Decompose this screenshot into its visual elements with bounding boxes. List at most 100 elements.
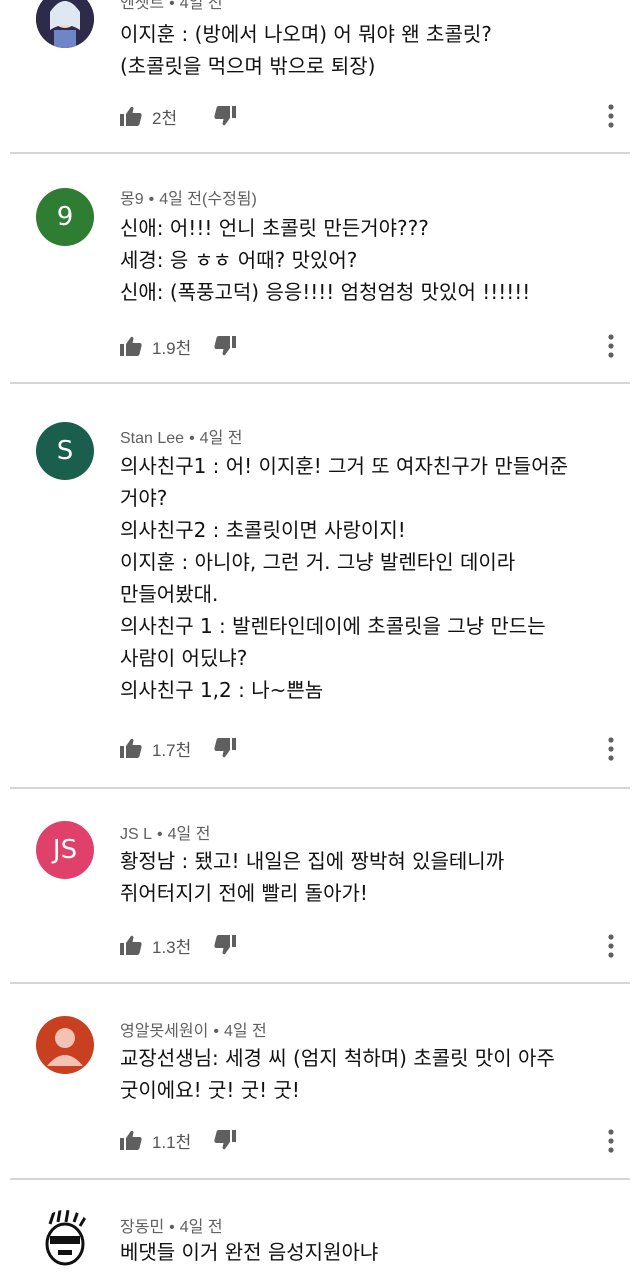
meta-separator: • (148, 191, 155, 208)
comment-meta: 영알못세원이 • 4일 전 (120, 1017, 267, 1041)
thumbs-up-icon (120, 738, 142, 758)
avatar[interactable]: 9 (36, 188, 94, 246)
comment-line: 신애: (폭풍고덕) 응응!!!! 엄청엄청 맛있어 !!!!!! (120, 280, 531, 304)
comment-time: 4일 전 (199, 430, 243, 447)
comment-line: 의사친구 1,2 : 나~쁜놈 (120, 678, 324, 702)
comment-time: 4일 전 (223, 1023, 267, 1040)
comment-author[interactable]: 몽9 (120, 191, 144, 208)
more-options-icon[interactable] (606, 333, 616, 359)
avatar[interactable] (36, 1210, 94, 1268)
like-count: 1.1천 (152, 1132, 192, 1152)
cartoon-face-icon (45, 1210, 88, 1266)
comment-time: 4일 전 (167, 826, 211, 843)
dislike-button[interactable] (214, 106, 236, 126)
comment-text: 이지훈 : (방에서 나오며) 어 뭐야 왠 초콜릿? (초콜릿을 먹으며 밖으로… (120, 18, 620, 82)
like-button[interactable]: 2천 (120, 104, 212, 129)
more-options-icon[interactable] (606, 933, 616, 959)
divider (10, 1178, 630, 1180)
thumbs-down-icon (214, 106, 236, 126)
thumbs-down-icon (214, 738, 236, 758)
divider (10, 152, 630, 154)
like-count: 1.3천 (152, 937, 192, 957)
divider (10, 787, 630, 789)
like-button[interactable]: 1.1천 (120, 1128, 212, 1153)
comment-author[interactable]: JS L (120, 826, 152, 843)
comment-line: 세경: 응 ㅎㅎ 어때? 맛있어? (120, 248, 358, 272)
like-count: 1.9천 (152, 338, 192, 358)
avatar[interactable]: S (36, 422, 94, 480)
comment-time: 4일 전 (179, 0, 223, 12)
comment-time: 4일 전 (179, 1219, 223, 1236)
comment-text: 황정남 : 됐고! 내일은 집에 짱박혀 있을테니까쥐어터지기 전에 빨리 돌아… (120, 845, 620, 909)
comment-line: 이지훈 : 아니야, 그런 거. 그냥 발렌타인 데이라 (120, 550, 516, 574)
comment-line: 거야? (120, 486, 168, 510)
meta-separator: • (169, 1219, 175, 1236)
like-count: 1.7천 (152, 740, 192, 760)
comment-line: 굿이에요! 굿! 굿! 굿! (120, 1078, 300, 1102)
avatar-letter: 9 (56, 202, 74, 232)
thumbs-up-icon (120, 1130, 142, 1150)
thumbs-up-icon (120, 336, 142, 356)
comment-author[interactable]: Stan Lee (120, 430, 184, 447)
comment-actions: 1.7천 (120, 734, 236, 762)
avatar[interactable] (36, 0, 94, 48)
thumbs-down-icon (214, 336, 236, 356)
comment-text: 의사친구1 : 어! 이지훈! 그거 또 여자친구가 만들어준거야? 의사친구2 … (120, 450, 620, 706)
comment-meta: Stan Lee • 4일 전 (120, 424, 242, 448)
dislike-button[interactable] (214, 336, 236, 356)
meta-separator: • (169, 0, 175, 12)
dislike-button[interactable] (214, 738, 236, 758)
comment-meta: JS L • 4일 전 (120, 820, 210, 844)
comment-actions: 1.1천 (120, 1126, 236, 1154)
comment-line: 의사친구2 : 초콜릿이면 사랑이지! (120, 518, 406, 542)
like-count: 2천 (152, 108, 178, 128)
divider (10, 982, 630, 984)
comment-meta: 장동민 • 4일 전 (120, 1213, 223, 1237)
comment-author[interactable]: 엔젯트 (120, 0, 164, 12)
comment-line: 교장선생님: 세경 씨 (엄지 척하며) 초콜릿 맛이 아주 (120, 1046, 555, 1070)
like-button[interactable]: 1.9천 (120, 334, 212, 359)
dislike-button[interactable] (214, 935, 236, 955)
comment-line: 황정남 : 됐고! 내일은 집에 짱박혀 있을테니까 (120, 849, 505, 873)
comment-line: 베댓들 이거 완전 음성지원아냐 (120, 1240, 379, 1264)
comment-text: 베댓들 이거 완전 음성지원아냐 (120, 1236, 620, 1268)
meta-separator: • (157, 826, 163, 843)
comment-actions: 1.9천 (120, 332, 236, 360)
default-person-icon (47, 1028, 83, 1066)
comment-text: 신애: 어!!! 언니 초콜릿 만든거야??? 세경: 응 ㅎㅎ 어때? 맛있어?… (120, 212, 620, 308)
more-options-icon[interactable] (606, 736, 616, 762)
avatar-letter: S (56, 436, 74, 466)
thumbs-down-icon (214, 935, 236, 955)
thumbs-up-icon (120, 106, 142, 126)
avatar[interactable]: JS (36, 821, 94, 879)
comment-text: 교장선생님: 세경 씨 (엄지 척하며) 초콜릿 맛이 아주굿이에요! 굿! 굿… (120, 1042, 620, 1106)
comment-line: 의사친구 1 : 발렌타인데이에 초콜릿을 그냥 만드는 (120, 614, 546, 638)
divider (10, 382, 630, 384)
comment-meta: 엔젯트 • 4일 전 (120, 0, 223, 13)
comment-meta: 몽9 • 4일 전(수정됨) (120, 185, 257, 209)
comment-line: 만들어봤대. (120, 582, 219, 606)
comment-actions: 2천 (120, 102, 236, 130)
comment-line: 사람이 어딨냐? (120, 646, 248, 670)
more-options-icon[interactable] (606, 1128, 616, 1154)
comment-line: 신애: 어!!! 언니 초콜릿 만든거야??? (120, 216, 429, 240)
thumbs-down-icon (214, 1130, 236, 1150)
comment-time: 4일 전(수정됨) (159, 191, 257, 208)
comment-line: 쥐어터지기 전에 빨리 돌아가! (120, 881, 368, 905)
meta-separator: • (189, 430, 195, 447)
dislike-button[interactable] (214, 1130, 236, 1150)
thumbs-up-icon (120, 935, 142, 955)
profile-photo-icon (36, 0, 94, 48)
comment-author[interactable]: 장동민 (120, 1219, 164, 1236)
like-button[interactable]: 1.7천 (120, 736, 212, 761)
comment-line: (초콜릿을 먹으며 밖으로 퇴장) (120, 54, 376, 78)
avatar-letter: JS (52, 835, 78, 865)
comment-author[interactable]: 영알못세원이 (120, 1023, 208, 1040)
comment-line: 의사친구1 : 어! 이지훈! 그거 또 여자친구가 만들어준 (120, 454, 568, 478)
like-button[interactable]: 1.3천 (120, 933, 212, 958)
more-options-icon[interactable] (606, 103, 616, 129)
avatar[interactable] (36, 1016, 94, 1074)
comment-actions: 1.3천 (120, 931, 236, 959)
comment-line: 이지훈 : (방에서 나오며) 어 뭐야 왠 초콜릿? (120, 22, 492, 46)
meta-separator: • (213, 1023, 219, 1040)
